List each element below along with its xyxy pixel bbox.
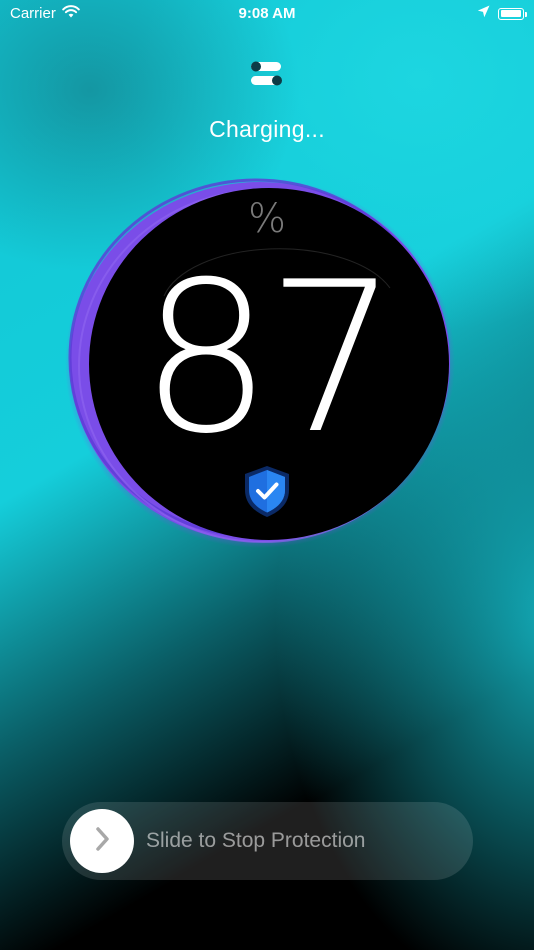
battery-percentage-value: 87 xyxy=(140,238,399,480)
status-right-group xyxy=(477,5,527,22)
settings-toggle-icon[interactable] xyxy=(249,60,285,88)
slider-label: Slide to Stop Protection xyxy=(146,829,366,852)
chevron-right-icon xyxy=(92,825,112,858)
battery-icon xyxy=(498,7,527,20)
battery-fill xyxy=(500,10,521,17)
charging-protection-screen: Carrier 9:08 AM Charging... % 87 Slide t… xyxy=(0,0,534,950)
charging-status-text: Charging... xyxy=(209,116,325,142)
percent-unit-label: % xyxy=(247,196,286,242)
slide-to-stop-control[interactable]: Slide to Stop Protection xyxy=(62,802,473,880)
location-arrow-icon xyxy=(477,5,490,22)
slider-knob[interactable] xyxy=(70,809,134,873)
status-bar: Carrier 9:08 AM xyxy=(0,0,534,28)
status-time: 9:08 AM xyxy=(238,5,296,22)
shield-check-icon xyxy=(242,464,292,518)
